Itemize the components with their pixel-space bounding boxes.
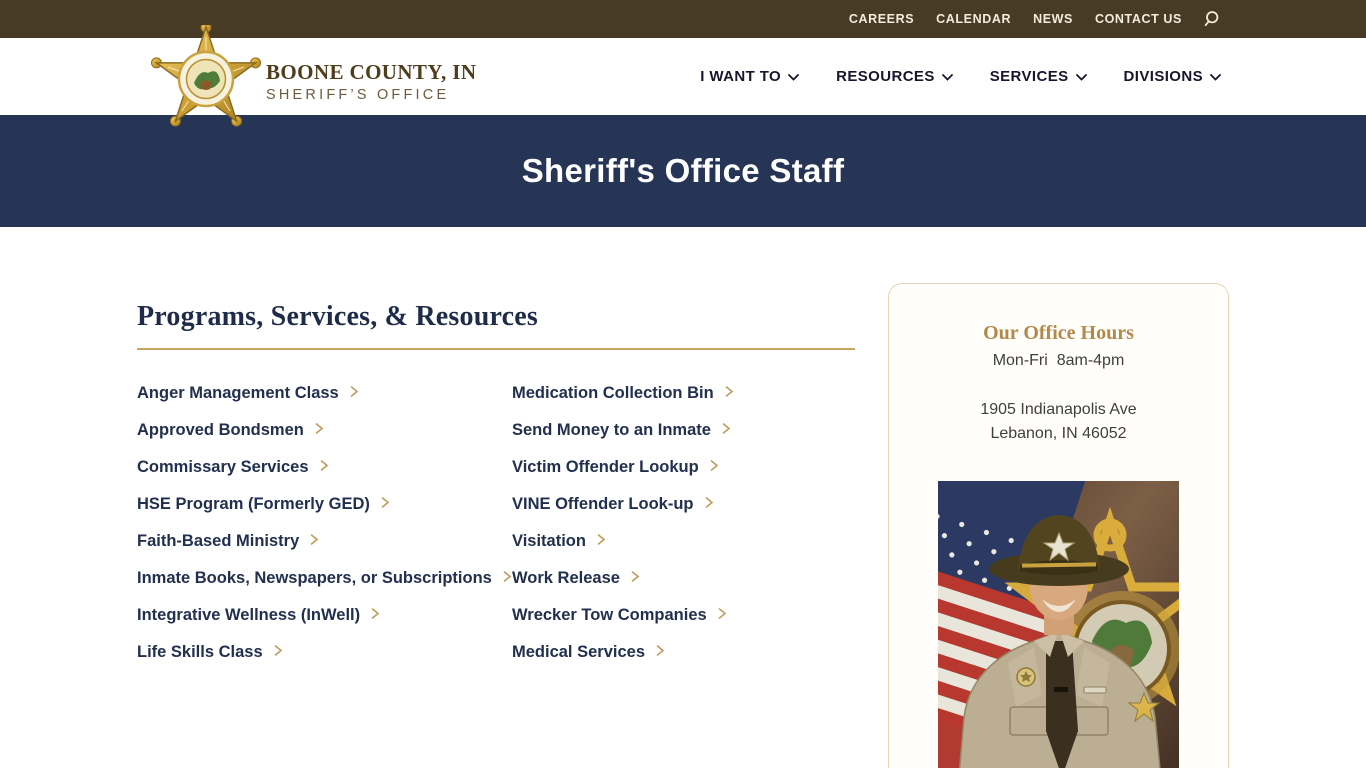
chevron-right-icon xyxy=(381,497,390,508)
program-links-column-1: Anger Management Class Approved Bondsmen C… xyxy=(137,380,512,676)
program-link[interactable]: Life Skills Class xyxy=(137,639,512,666)
sheriff-portrait-photo xyxy=(938,481,1179,768)
program-links-column-2: Medication Collection Bin Send Money to a… xyxy=(512,380,855,676)
topbar-link-calendar[interactable]: CALENDAR xyxy=(936,12,1011,26)
topbar-link-careers[interactable]: CAREERS xyxy=(849,12,914,26)
program-link-label: Approved Bondsmen xyxy=(137,421,304,439)
office-address: 1905 Indianapolis Ave Lebanon, IN 46052 xyxy=(889,398,1228,446)
gold-divider xyxy=(137,348,855,350)
program-link-label: Victim Offender Lookup xyxy=(512,458,699,476)
program-link[interactable]: Approved Bondsmen xyxy=(137,417,512,444)
program-link-label: Visitation xyxy=(512,532,586,550)
program-link[interactable]: Send Money to an Inmate xyxy=(512,417,855,444)
chevron-down-icon xyxy=(1210,74,1221,81)
search-icon[interactable] xyxy=(1204,10,1222,28)
program-link[interactable]: HSE Program (Formerly GED) xyxy=(137,491,512,518)
program-link[interactable]: Work Release xyxy=(512,565,855,592)
address-line-2: Lebanon, IN 46052 xyxy=(990,425,1127,442)
nav-label: I WANT TO xyxy=(700,68,782,85)
topbar-link-news[interactable]: NEWS xyxy=(1033,12,1073,26)
chevron-right-icon xyxy=(722,423,731,434)
program-link[interactable]: VINE Offender Look-up xyxy=(512,491,855,518)
program-link-label: Faith-Based Ministry xyxy=(137,532,300,550)
program-link-label: Wrecker Tow Companies xyxy=(512,606,707,624)
office-hours-value: Mon-Fri 8am-4pm xyxy=(992,352,1125,369)
nav-item-resources[interactable]: RESOURCES xyxy=(836,68,953,85)
nav-label: SERVICES xyxy=(989,68,1069,85)
program-link[interactable]: Inmate Books, Newspapers, or Subscriptio… xyxy=(137,565,512,592)
nav-item-services[interactable]: SERVICES xyxy=(990,68,1087,85)
chevron-right-icon xyxy=(503,571,512,582)
brand-subtitle: SHERIFF’S OFFICE xyxy=(266,87,450,103)
program-link-label: Work Release xyxy=(512,569,620,587)
chevron-right-icon xyxy=(350,386,358,397)
main-content: Programs, Services, & Resources Anger Ma… xyxy=(0,227,1366,768)
office-hours-card: Our Office Hours Mon-Fri 8am-4pm 1905 In… xyxy=(888,283,1229,768)
chevron-right-icon xyxy=(631,571,640,582)
brand-wordmark[interactable]: BOONE COUNTY, IN SHERIFF’S OFFICE xyxy=(266,60,476,103)
nav-item-i-want-to[interactable]: I WANT TO xyxy=(700,68,800,85)
program-link-label: Anger Management Class xyxy=(137,384,339,402)
site-header: BOONE COUNTY, IN SHERIFF’S OFFICE I WANT… xyxy=(0,25,1366,127)
program-link[interactable]: Victim Offender Lookup xyxy=(512,454,855,481)
program-link[interactable]: Visitation xyxy=(512,528,855,555)
program-link-label: Send Money to an Inmate xyxy=(512,421,711,439)
chevron-right-icon xyxy=(315,423,324,434)
program-link-label: Medication Collection Bin xyxy=(512,384,714,402)
brand-name: BOONE COUNTY, IN xyxy=(266,60,477,84)
program-link-label: Commissary Services xyxy=(137,458,309,476)
program-link[interactable]: Faith-Based Ministry xyxy=(137,528,512,555)
programs-section: Programs, Services, & Resources Anger Ma… xyxy=(137,301,855,676)
program-link-label: HSE Program (Formerly GED) xyxy=(137,495,370,513)
main-navigation: I WANT TO RESOURCES SERVICES DIVISIONS xyxy=(700,38,1221,115)
page-title: Sheriff's Office Staff xyxy=(521,152,845,189)
chevron-down-icon xyxy=(1075,74,1087,81)
chevron-right-icon xyxy=(656,645,665,656)
program-link-label: Medical Services xyxy=(512,643,645,661)
chevron-right-icon xyxy=(320,460,328,471)
program-link[interactable]: Commissary Services xyxy=(137,454,512,481)
chevron-right-icon xyxy=(597,534,606,545)
nav-item-divisions[interactable]: DIVISIONS xyxy=(1124,68,1221,85)
chevron-right-icon xyxy=(705,497,713,508)
chevron-right-icon xyxy=(310,534,319,545)
address-line-1: 1905 Indianapolis Ave xyxy=(980,401,1137,418)
program-links: Anger Management Class Approved Bondsmen C… xyxy=(137,380,855,676)
program-link[interactable]: Integrative Wellness (InWell) xyxy=(137,602,512,629)
chevron-right-icon xyxy=(710,460,718,471)
chevron-right-icon xyxy=(274,645,282,656)
program-link[interactable]: Medical Services xyxy=(512,639,855,666)
nav-label: DIVISIONS xyxy=(1123,68,1203,85)
chevron-down-icon xyxy=(941,74,953,81)
sheriff-star-badge-logo[interactable] xyxy=(148,25,264,133)
program-link[interactable]: Wrecker Tow Companies xyxy=(512,602,855,629)
program-link[interactable]: Anger Management Class xyxy=(137,380,512,407)
program-link-label: Inmate Books, Newspapers, or Subscriptio… xyxy=(137,569,492,587)
program-link-label: Life Skills Class xyxy=(137,643,263,661)
office-hours-heading: Our Office Hours xyxy=(983,322,1134,344)
topbar-link-contact-us[interactable]: CONTACT US xyxy=(1095,12,1182,26)
nav-label: RESOURCES xyxy=(836,68,935,85)
chevron-right-icon xyxy=(371,608,380,619)
program-link-label: VINE Offender Look-up xyxy=(512,495,694,513)
program-link-label: Integrative Wellness (InWell) xyxy=(137,606,361,624)
program-link[interactable]: Medication Collection Bin xyxy=(512,380,855,407)
chevron-down-icon xyxy=(788,74,800,81)
section-heading: Programs, Services, & Resources xyxy=(137,301,538,332)
chevron-right-icon xyxy=(725,386,733,397)
chevron-right-icon xyxy=(718,608,726,619)
